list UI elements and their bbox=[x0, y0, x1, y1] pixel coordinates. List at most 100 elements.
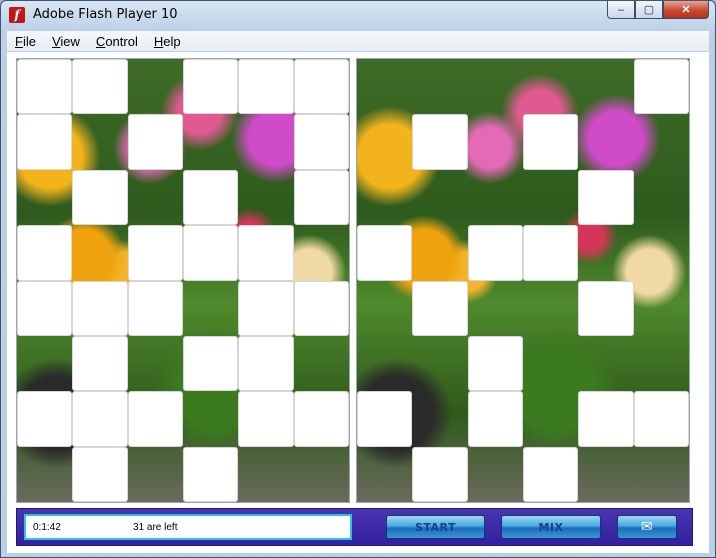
puzzle-piece[interactable] bbox=[127, 280, 183, 336]
puzzle-piece[interactable] bbox=[183, 391, 238, 446]
puzzle-piece[interactable] bbox=[72, 114, 127, 169]
maximize-button[interactable]: ▢ bbox=[635, 1, 663, 19]
puzzle-piece[interactable] bbox=[293, 391, 349, 447]
puzzle-piece[interactable] bbox=[357, 391, 413, 447]
puzzle-piece[interactable] bbox=[357, 170, 412, 225]
menu-file[interactable]: File bbox=[7, 34, 44, 49]
puzzle-piece[interactable] bbox=[578, 169, 634, 226]
puzzle-piece[interactable] bbox=[523, 336, 578, 391]
puzzle-piece[interactable] bbox=[412, 280, 468, 336]
flash-icon[interactable]: f bbox=[9, 7, 25, 23]
puzzle-piece[interactable] bbox=[72, 169, 128, 226]
puzzle-piece[interactable] bbox=[294, 225, 349, 280]
puzzle-piece[interactable] bbox=[72, 280, 128, 336]
puzzle-piece[interactable] bbox=[578, 447, 633, 502]
puzzle-piece[interactable] bbox=[182, 169, 239, 226]
puzzle-piece[interactable] bbox=[72, 59, 128, 115]
puzzle-piece[interactable] bbox=[578, 59, 633, 114]
puzzle-piece[interactable] bbox=[238, 391, 294, 447]
puzzle-piece[interactable] bbox=[293, 280, 349, 336]
loose-pieces-grid[interactable] bbox=[17, 59, 349, 502]
menu-view[interactable]: View bbox=[44, 34, 88, 49]
puzzle-piece[interactable] bbox=[523, 170, 578, 225]
puzzle-piece[interactable] bbox=[523, 391, 578, 446]
puzzle-piece[interactable] bbox=[72, 446, 128, 502]
puzzle-piece[interactable] bbox=[17, 280, 73, 336]
menu-help[interactable]: Help bbox=[146, 34, 189, 49]
puzzle-piece[interactable] bbox=[578, 391, 634, 447]
envelope-icon[interactable]: ✉ bbox=[617, 515, 677, 539]
puzzle-piece[interactable] bbox=[183, 281, 238, 336]
puzzle-piece[interactable] bbox=[17, 336, 72, 391]
puzzle-piece[interactable] bbox=[578, 280, 634, 336]
puzzle-piece[interactable] bbox=[128, 170, 183, 225]
start-button[interactable]: START bbox=[386, 515, 485, 539]
puzzle-piece[interactable] bbox=[182, 59, 239, 115]
puzzle-piece[interactable] bbox=[522, 225, 579, 281]
puzzle-piece[interactable] bbox=[127, 114, 183, 170]
puzzle-piece[interactable] bbox=[467, 335, 523, 392]
puzzle-piece[interactable] bbox=[182, 225, 239, 281]
puzzle-board[interactable] bbox=[356, 58, 690, 503]
puzzle-piece[interactable] bbox=[238, 114, 293, 169]
puzzle-piece[interactable] bbox=[468, 59, 523, 114]
puzzle-piece[interactable] bbox=[238, 447, 293, 502]
puzzle-piece[interactable] bbox=[468, 114, 523, 169]
puzzle-piece[interactable] bbox=[238, 335, 294, 392]
puzzle-piece[interactable] bbox=[238, 170, 293, 225]
puzzle-piece[interactable] bbox=[17, 170, 72, 225]
pieces-tray[interactable] bbox=[16, 58, 350, 503]
puzzle-piece[interactable] bbox=[578, 225, 633, 280]
puzzle-piece[interactable] bbox=[412, 446, 468, 502]
puzzle-piece[interactable] bbox=[634, 336, 689, 391]
puzzle-piece[interactable] bbox=[238, 225, 294, 281]
puzzle-piece[interactable] bbox=[127, 391, 183, 447]
puzzle-piece[interactable] bbox=[17, 391, 73, 447]
puzzle-piece[interactable] bbox=[634, 114, 689, 169]
puzzle-piece[interactable] bbox=[412, 59, 467, 114]
puzzle-piece[interactable] bbox=[634, 281, 689, 336]
puzzle-piece[interactable] bbox=[17, 59, 73, 115]
puzzle-piece[interactable] bbox=[357, 59, 412, 114]
puzzle-piece[interactable] bbox=[72, 391, 128, 447]
puzzle-piece[interactable] bbox=[523, 59, 578, 114]
puzzle-piece[interactable] bbox=[357, 225, 413, 281]
puzzle-piece[interactable] bbox=[128, 336, 183, 391]
puzzle-piece[interactable] bbox=[357, 336, 412, 391]
title-bar[interactable]: f Adobe Flash Player 10 – ▢ ✕ bbox=[1, 1, 715, 29]
puzzle-piece[interactable] bbox=[633, 391, 689, 447]
puzzle-piece[interactable] bbox=[17, 225, 73, 281]
puzzle-piece[interactable] bbox=[468, 447, 523, 502]
puzzle-piece[interactable] bbox=[128, 447, 183, 502]
puzzle-piece[interactable] bbox=[182, 446, 239, 502]
puzzle-piece[interactable] bbox=[17, 447, 72, 502]
puzzle-piece[interactable] bbox=[634, 447, 689, 502]
mix-button[interactable]: MIX bbox=[501, 515, 601, 539]
puzzle-piece[interactable] bbox=[127, 225, 183, 281]
puzzle-piece[interactable] bbox=[293, 114, 349, 170]
puzzle-piece[interactable] bbox=[523, 281, 578, 336]
puzzle-piece[interactable] bbox=[182, 335, 239, 392]
puzzle-piece[interactable] bbox=[578, 114, 633, 169]
puzzle-piece[interactable] bbox=[468, 170, 523, 225]
puzzle-piece[interactable] bbox=[17, 114, 73, 170]
close-button[interactable]: ✕ bbox=[663, 1, 709, 19]
puzzle-piece[interactable] bbox=[468, 281, 523, 336]
puzzle-piece[interactable] bbox=[412, 114, 468, 170]
puzzle-piece[interactable] bbox=[634, 225, 689, 280]
puzzle-piece[interactable] bbox=[293, 169, 349, 226]
puzzle-piece[interactable] bbox=[293, 59, 349, 115]
puzzle-piece[interactable] bbox=[72, 225, 127, 280]
minimize-button[interactable]: – bbox=[607, 1, 635, 19]
puzzle-piece[interactable] bbox=[633, 59, 689, 115]
puzzle-piece[interactable] bbox=[357, 281, 412, 336]
puzzle-piece[interactable] bbox=[412, 391, 467, 446]
puzzle-piece[interactable] bbox=[634, 170, 689, 225]
puzzle-piece[interactable] bbox=[412, 336, 467, 391]
puzzle-piece[interactable] bbox=[357, 114, 412, 169]
puzzle-piece[interactable] bbox=[294, 336, 349, 391]
puzzle-piece[interactable] bbox=[183, 114, 238, 169]
puzzle-piece[interactable] bbox=[578, 336, 633, 391]
menu-control[interactable]: Control bbox=[88, 34, 146, 49]
puzzle-piece[interactable] bbox=[294, 447, 349, 502]
